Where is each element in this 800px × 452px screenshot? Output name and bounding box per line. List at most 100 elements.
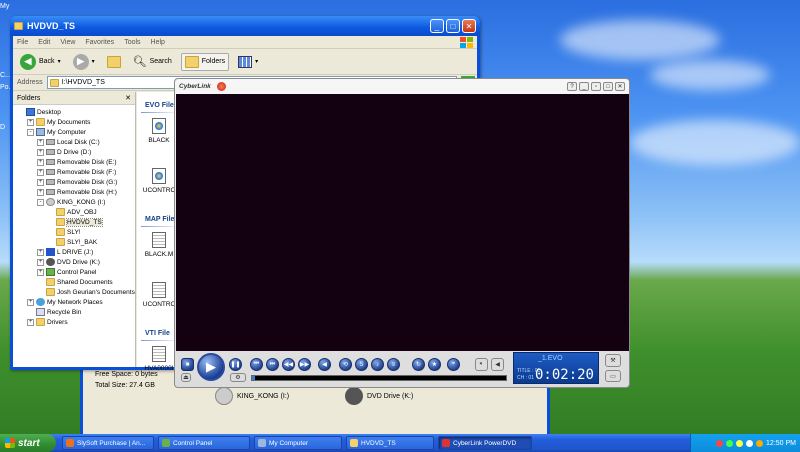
tree-item[interactable]: + Removable Disk (H:) xyxy=(13,187,135,197)
drive-king-kong[interactable]: KING_KONG (I:) xyxy=(215,387,289,405)
tree-item[interactable]: - KING_KONG (I:) xyxy=(13,197,135,207)
tree-item[interactable]: Shared Documents xyxy=(13,277,135,287)
desktop-icon[interactable]: My xyxy=(0,3,9,10)
menu-button[interactable]: ≡ xyxy=(387,358,400,371)
powerdvd-window[interactable]: CyberLink ? _ ▫ □ ✕ ■ ▶ ❚❚ ⏮ ⏭ ◀◀ ▶▶ ◀ ⟲… xyxy=(174,78,630,388)
taskbar-button[interactable]: My Computer xyxy=(254,436,342,450)
eject-button[interactable]: ⏏ xyxy=(181,373,191,382)
tree-item[interactable]: SLY! xyxy=(13,227,135,237)
tree-item[interactable]: Desktop xyxy=(13,107,135,117)
drive-dvd-k[interactable]: DVD Drive (K:) xyxy=(345,387,413,405)
previous-button[interactable]: ⏮ xyxy=(250,358,263,371)
expander-icon[interactable]: - xyxy=(27,128,34,136)
desktop-icon[interactable]: D xyxy=(0,124,5,131)
taskbar-button[interactable]: SlySoft Purchase | An... xyxy=(62,436,154,450)
tree-item[interactable]: + Removable Disk (G:) xyxy=(13,177,135,187)
maximize-button[interactable]: □ xyxy=(603,82,613,91)
angle-button[interactable]: ⟲ xyxy=(339,358,352,371)
seek-bar[interactable] xyxy=(251,375,507,381)
back-button[interactable]: ◀ Back ▾ xyxy=(17,52,64,72)
expander-icon[interactable]: + xyxy=(37,248,44,256)
menu-favorites[interactable]: Favorites xyxy=(85,39,114,46)
up-button[interactable] xyxy=(104,54,124,70)
rewind-button[interactable]: ◀◀ xyxy=(282,358,295,371)
tree-item[interactable]: + Removable Disk (E:) xyxy=(13,157,135,167)
config-button[interactable]: ⚒ xyxy=(605,354,621,367)
expander-icon[interactable]: + xyxy=(37,188,44,196)
tray-icon[interactable] xyxy=(756,439,764,447)
next-button[interactable]: ⏭ xyxy=(266,358,279,371)
navigator-button[interactable]: ⌖ xyxy=(447,358,460,371)
close-button[interactable]: ✕ xyxy=(615,82,625,91)
forward-button[interactable]: ▶ ▾ xyxy=(70,52,98,72)
close-button[interactable]: ✕ xyxy=(462,19,476,33)
tree-item[interactable]: Josh Geurian's Documents xyxy=(13,287,135,297)
expand-button[interactable]: ▭ xyxy=(605,370,621,382)
tray-icon[interactable] xyxy=(716,439,724,447)
tree-item[interactable]: + D Drive (D:) xyxy=(13,147,135,157)
tree-item[interactable]: + Removable Disk (F:) xyxy=(13,167,135,177)
step-back-button[interactable]: ◀ xyxy=(318,358,331,371)
tree-item-label: Control Panel xyxy=(57,268,97,276)
expander-icon[interactable]: + xyxy=(37,168,44,176)
minimize-button[interactable]: _ xyxy=(579,82,589,91)
menu-tools[interactable]: Tools xyxy=(124,39,140,46)
capture-icon[interactable] xyxy=(216,82,226,91)
help-button[interactable]: ? xyxy=(567,82,577,91)
tree-item[interactable]: ADV_OBJ xyxy=(13,207,135,217)
play-button[interactable]: ▶ xyxy=(197,353,225,381)
stop-button[interactable]: ■ xyxy=(181,358,194,371)
tree-item[interactable]: + L DRIVE (J:) xyxy=(13,247,135,257)
menu-help[interactable]: Help xyxy=(151,39,165,46)
taskbar-button[interactable]: HVDVD_TS xyxy=(346,436,434,450)
subtitle-button[interactable]: S xyxy=(355,358,368,371)
bookmark-button[interactable]: ★ xyxy=(428,358,441,371)
video-display[interactable] xyxy=(176,94,629,351)
expander-icon[interactable]: + xyxy=(27,318,34,326)
menu-edit[interactable]: Edit xyxy=(38,39,50,46)
expander-icon[interactable]: + xyxy=(37,138,44,146)
expander-icon[interactable]: + xyxy=(37,268,44,276)
views-button[interactable]: ▾ xyxy=(235,54,261,70)
volume-button[interactable]: ◀ xyxy=(491,358,504,371)
tree-item[interactable]: + DVD Drive (K:) xyxy=(13,257,135,267)
tree-item[interactable]: - My Computer xyxy=(13,127,135,137)
audio-button[interactable]: ♪ xyxy=(371,358,384,371)
tree-item[interactable]: SLY!_BAK xyxy=(13,237,135,247)
start-button[interactable]: start xyxy=(0,434,56,452)
explorer-titlebar[interactable]: HVDVD_TS xyxy=(10,16,480,36)
tree-item[interactable]: + Local Disk (C:) xyxy=(13,137,135,147)
fast-forward-button[interactable]: ▶▶ xyxy=(298,358,311,371)
folders-button[interactable]: Folders xyxy=(180,52,230,71)
menu-view[interactable]: View xyxy=(60,39,75,46)
tree-item[interactable]: + Control Panel xyxy=(13,267,135,277)
tray-icon[interactable] xyxy=(736,439,744,447)
settings-button[interactable]: ⚙ xyxy=(230,373,246,382)
pause-button[interactable]: ❚❚ xyxy=(229,358,242,371)
expander-icon[interactable]: + xyxy=(37,178,44,186)
tree-item[interactable]: + My Network Places xyxy=(13,297,135,307)
minimize-button[interactable]: _ xyxy=(430,19,444,33)
taskbar-button[interactable]: Control Panel xyxy=(158,436,250,450)
tree-item[interactable]: Recycle Bin xyxy=(13,307,135,317)
tree-item-label: My Documents xyxy=(47,118,91,126)
tree-item[interactable]: + My Documents xyxy=(13,117,135,127)
search-button[interactable]: 🔍︎ Search xyxy=(130,53,175,70)
maximize-button[interactable]: □ xyxy=(446,19,460,33)
restore-button[interactable]: ▫ xyxy=(591,82,601,91)
volume-icon[interactable] xyxy=(746,439,754,447)
tray-icon[interactable] xyxy=(726,439,734,447)
repeat-button[interactable]: ↻ xyxy=(412,358,425,371)
expander-icon[interactable]: - xyxy=(37,198,44,206)
mute-button[interactable]: 🔈︎ xyxy=(475,358,488,371)
expander-icon[interactable]: + xyxy=(37,148,44,156)
expander-icon[interactable]: + xyxy=(37,258,44,266)
taskbar-button[interactable]: CyberLink PowerDVD xyxy=(438,436,532,450)
tree-item[interactable]: HVDVD_TS xyxy=(13,217,135,227)
expander-icon[interactable]: + xyxy=(27,118,34,126)
expander-icon[interactable]: + xyxy=(27,298,34,306)
menu-file[interactable]: File xyxy=(17,39,28,46)
tree-item[interactable]: + Drivers xyxy=(13,317,135,327)
close-pane-icon[interactable]: ✕ xyxy=(125,94,131,102)
expander-icon[interactable]: + xyxy=(37,158,44,166)
